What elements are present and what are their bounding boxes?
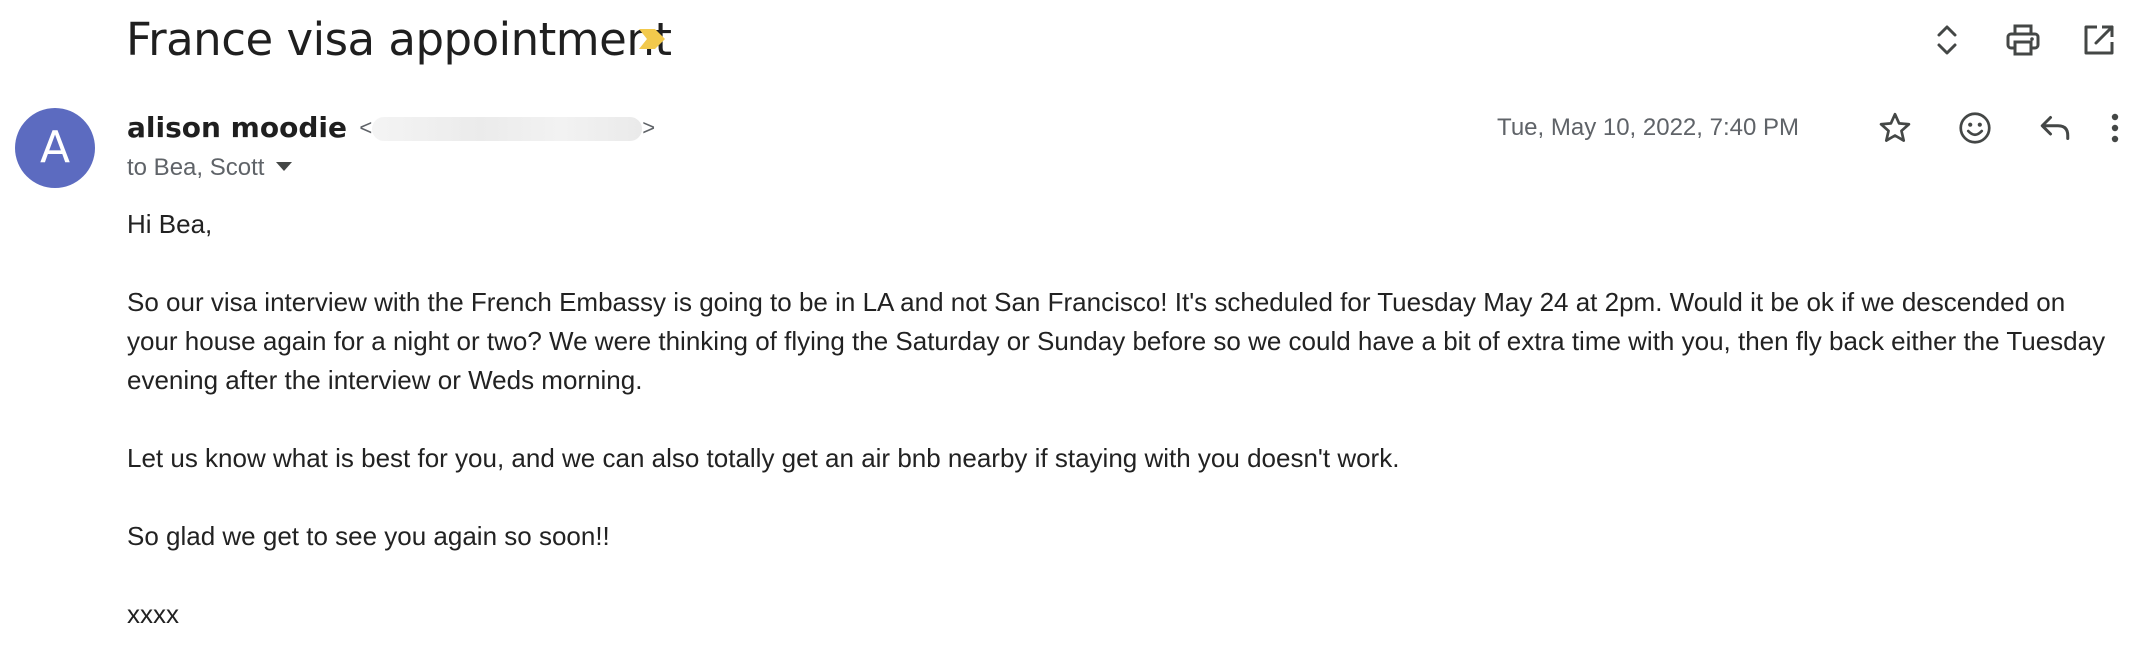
thread-toolbar — [1917, 18, 2137, 62]
reply-icon[interactable] — [2033, 106, 2077, 150]
email-view: France visa appointment A alison moodie … — [0, 0, 2137, 656]
body-paragraph: Let us know what is best for you, and we… — [127, 443, 1400, 473]
sender-email: < > — [359, 115, 656, 141]
email-body: Hi Bea, So our visa interview with the F… — [127, 205, 2117, 656]
sender-name[interactable]: alison moodie — [127, 111, 347, 144]
more-vertical-icon[interactable] — [2093, 106, 2137, 150]
email-close-bracket: > — [642, 115, 656, 140]
body-greeting: Hi Bea, — [127, 209, 213, 239]
email-subject: France visa appointment — [126, 13, 672, 66]
add-reaction-icon[interactable] — [1953, 106, 1997, 150]
chevron-down-icon[interactable] — [276, 162, 293, 171]
body-paragraph: So our visa interview with the French Em… — [127, 287, 2106, 395]
expand-collapse-icon[interactable] — [1925, 18, 1969, 62]
recipients-line: to Bea, Scott — [127, 153, 293, 183]
star-icon[interactable] — [1873, 106, 1917, 150]
sender-line: alison moodie < > — [127, 110, 655, 146]
message-actions — [1837, 106, 2137, 150]
recipients-text: to Bea, Scott — [127, 154, 265, 181]
print-icon[interactable] — [2001, 18, 2045, 62]
body-paragraph: So glad we get to see you again so soon!… — [127, 521, 610, 551]
avatar[interactable]: A — [15, 108, 95, 188]
email-redacted — [372, 117, 643, 141]
body-signoff: xxxx — [127, 599, 179, 629]
open-in-new-window-icon[interactable] — [2077, 18, 2121, 62]
importance-marker-icon[interactable] — [637, 27, 667, 51]
email-open-bracket: < — [359, 115, 373, 140]
email-date: Tue, May 10, 2022, 7:40 PM — [1497, 114, 1799, 141]
